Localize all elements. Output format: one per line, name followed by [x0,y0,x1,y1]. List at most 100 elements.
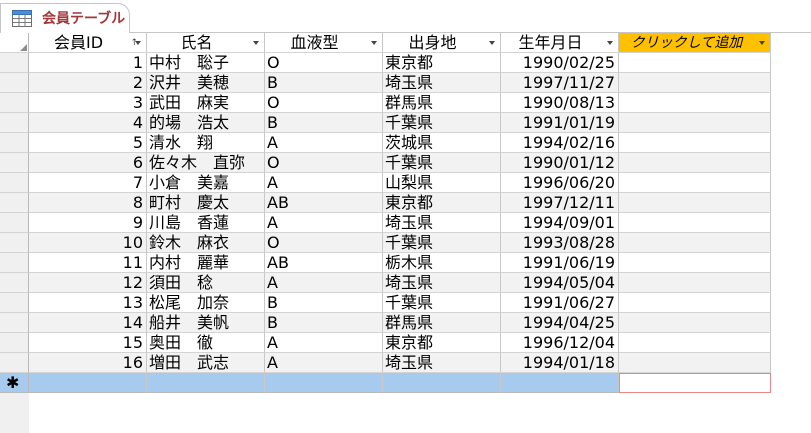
cell-hometown[interactable]: 群馬県 [383,93,501,113]
new-cell-member-id[interactable] [29,373,147,393]
table-row[interactable]: 1 中村 聡子 O 東京都 1990/02/25 [0,53,771,73]
cell-birthdate[interactable]: 1994/09/01 [501,213,619,233]
cell-hometown[interactable]: 埼玉県 [383,273,501,293]
cell-birthdate[interactable]: 1991/06/27 [501,293,619,313]
cell-hometown[interactable]: 東京都 [383,193,501,213]
tab-member-table[interactable]: 会員テーブル [0,3,130,33]
cell-hometown[interactable]: 埼玉県 [383,213,501,233]
cell-member-id[interactable]: 7 [29,173,147,193]
cell-click-to-add[interactable] [619,273,771,293]
cell-blood-type[interactable]: B [265,113,383,133]
cell-click-to-add[interactable] [619,353,771,373]
cell-blood-type[interactable]: B [265,293,383,313]
cell-hometown[interactable]: 栃木県 [383,253,501,273]
cell-member-id[interactable]: 1 [29,53,147,73]
column-header-hometown[interactable]: 出身地 [383,33,501,53]
cell-member-id[interactable]: 2 [29,73,147,93]
dropdown-arrow-icon[interactable] [371,41,377,45]
cell-hometown[interactable]: 千葉県 [383,233,501,253]
new-cell-click-to-add[interactable] [619,373,771,393]
cell-name[interactable]: 小倉 美嘉 [147,173,265,193]
record-selector[interactable] [0,253,29,273]
cell-name[interactable]: 内村 麗華 [147,253,265,273]
cell-name[interactable]: 奥田 徹 [147,333,265,353]
cell-birthdate[interactable]: 1996/12/04 [501,333,619,353]
cell-birthdate[interactable]: 1993/08/28 [501,233,619,253]
cell-member-id[interactable]: 5 [29,133,147,153]
cell-click-to-add[interactable] [619,213,771,233]
cell-name[interactable]: 佐々木 直弥 [147,153,265,173]
record-selector[interactable] [0,233,29,253]
record-selector[interactable] [0,273,29,293]
record-selector[interactable] [0,353,29,373]
cell-blood-type[interactable]: A [265,133,383,153]
column-header-member-id[interactable]: 会員ID ↑ [29,33,147,53]
cell-blood-type[interactable]: A [265,273,383,293]
cell-hometown[interactable]: 東京都 [383,333,501,353]
table-row[interactable]: 14 船井 美帆 B 群馬県 1994/04/25 [0,313,771,333]
cell-click-to-add[interactable] [619,53,771,73]
cell-member-id[interactable]: 10 [29,233,147,253]
table-row[interactable]: 9 川島 香蓮 A 埼玉県 1994/09/01 [0,213,771,233]
new-record-selector[interactable]: ✱ [0,373,29,393]
new-cell-hometown[interactable] [383,373,501,393]
record-selector[interactable] [0,153,29,173]
table-row[interactable]: 8 町村 慶太 AB 東京都 1997/12/11 [0,193,771,213]
cell-blood-type[interactable]: A [265,353,383,373]
record-selector[interactable] [0,313,29,333]
record-selector[interactable] [0,73,29,93]
table-row[interactable]: 6 佐々木 直弥 O 千葉県 1990/01/12 [0,153,771,173]
cell-blood-type[interactable]: O [265,53,383,73]
cell-birthdate[interactable]: 1994/01/18 [501,353,619,373]
new-cell-name[interactable] [147,373,265,393]
record-selector[interactable] [0,193,29,213]
cell-blood-type[interactable]: A [265,333,383,353]
cell-member-id[interactable]: 9 [29,213,147,233]
cell-blood-type[interactable]: B [265,73,383,93]
cell-member-id[interactable]: 11 [29,253,147,273]
record-selector[interactable] [0,173,29,193]
dropdown-arrow-icon[interactable] [759,41,765,45]
cell-blood-type[interactable]: A [265,213,383,233]
cell-hometown[interactable]: 埼玉県 [383,353,501,373]
cell-birthdate[interactable]: 1990/08/13 [501,93,619,113]
cell-click-to-add[interactable] [619,93,771,113]
cell-birthdate[interactable]: 1990/01/12 [501,153,619,173]
cell-name[interactable]: 増田 武志 [147,353,265,373]
record-selector[interactable] [0,133,29,153]
cell-blood-type[interactable]: AB [265,253,383,273]
record-selector[interactable] [0,293,29,313]
table-row[interactable]: 12 須田 稔 A 埼玉県 1994/05/04 [0,273,771,293]
table-row[interactable]: 15 奥田 徹 A 東京都 1996/12/04 [0,333,771,353]
table-row[interactable]: 5 清水 翔 A 茨城県 1994/02/16 [0,133,771,153]
cell-name[interactable]: 武田 麻実 [147,93,265,113]
cell-birthdate[interactable]: 1994/02/16 [501,133,619,153]
dropdown-arrow-icon[interactable] [489,41,495,45]
table-row[interactable]: 11 内村 麗華 AB 栃木県 1991/06/19 [0,253,771,273]
table-row[interactable]: 10 鈴木 麻衣 O 千葉県 1993/08/28 [0,233,771,253]
cell-click-to-add[interactable] [619,153,771,173]
cell-click-to-add[interactable] [619,293,771,313]
cell-blood-type[interactable]: O [265,153,383,173]
cell-hometown[interactable]: 埼玉県 [383,73,501,93]
cell-click-to-add[interactable] [619,133,771,153]
cell-member-id[interactable]: 4 [29,113,147,133]
column-header-name[interactable]: 氏名 [147,33,265,53]
table-row[interactable]: 16 増田 武志 A 埼玉県 1994/01/18 [0,353,771,373]
cell-member-id[interactable]: 8 [29,193,147,213]
cell-member-id[interactable]: 12 [29,273,147,293]
new-cell-birthdate[interactable] [501,373,619,393]
cell-name[interactable]: 鈴木 麻衣 [147,233,265,253]
cell-name[interactable]: 川島 香蓮 [147,213,265,233]
new-record-row[interactable]: ✱ [0,373,771,393]
cell-click-to-add[interactable] [619,253,771,273]
cell-hometown[interactable]: 東京都 [383,53,501,73]
dropdown-arrow-icon[interactable] [253,41,259,45]
cell-name[interactable]: 中村 聡子 [147,53,265,73]
cell-click-to-add[interactable] [619,113,771,133]
column-header-click-to-add[interactable]: クリックして追加 [619,33,771,53]
table-row[interactable]: 7 小倉 美嘉 A 山梨県 1996/06/20 [0,173,771,193]
cell-click-to-add[interactable] [619,73,771,93]
cell-name[interactable]: 船井 美帆 [147,313,265,333]
cell-birthdate[interactable]: 1994/04/25 [501,313,619,333]
